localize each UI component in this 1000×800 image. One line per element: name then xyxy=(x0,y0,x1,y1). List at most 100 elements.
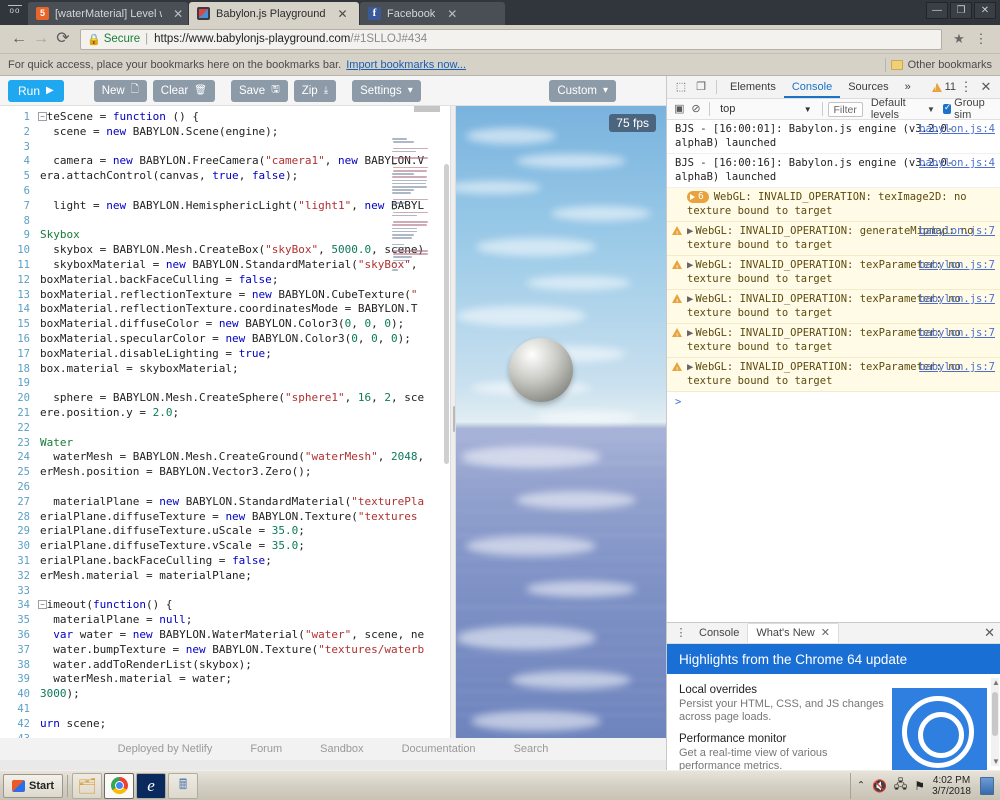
drawer-menu-icon[interactable]: ⋮ xyxy=(671,624,691,642)
message-source-link[interactable]: babylon.js:7 xyxy=(919,225,995,239)
browser-tab-1[interactable]: Babylon.js Playground ✕ xyxy=(189,2,359,25)
execution-context-select[interactable]: top ▼ xyxy=(715,103,817,115)
show-hidden-icons-icon[interactable]: ⌃ xyxy=(857,780,865,791)
message-source-link[interactable]: babylon.js:4 xyxy=(919,157,995,171)
console-message[interactable]: ▶WebGL: INVALID_OPERATION: texParameter:… xyxy=(667,290,1000,324)
console-message[interactable]: ▶WebGL: INVALID_OPERATION: texParameter:… xyxy=(667,358,1000,392)
volume-muted-icon[interactable]: 🔇 xyxy=(872,779,887,793)
chrome-menu-icon[interactable]: ⋮ xyxy=(970,28,992,50)
editor-vertical-scrollbar[interactable] xyxy=(443,106,450,738)
import-bookmarks-link[interactable]: Import bookmarks now... xyxy=(346,59,466,71)
console-message[interactable]: 6 WebGL: INVALID_OPERATION: texImage2D: n… xyxy=(667,188,1000,222)
scroll-down-icon[interactable]: ▼ xyxy=(992,757,1000,766)
show-desktop-button[interactable] xyxy=(980,777,994,795)
run-button[interactable]: Run ▶ xyxy=(8,80,64,102)
console-sidebar-icon[interactable]: ▣ xyxy=(671,100,688,118)
maximize-button[interactable]: ❐ xyxy=(950,2,972,19)
tab-close-icon[interactable]: ✕ xyxy=(335,8,349,20)
warning-count-badge[interactable]: 11 xyxy=(932,81,956,93)
expand-arrow-icon[interactable]: ▶ xyxy=(687,259,693,271)
code-line: urn scene; xyxy=(40,717,106,732)
zip-button[interactable]: Zip ⤓ xyxy=(294,80,336,102)
minimap-line xyxy=(393,148,428,150)
search-link[interactable]: Search xyxy=(514,743,549,755)
devtools-close-icon[interactable]: ✕ xyxy=(976,79,996,95)
render-canvas[interactable]: 75 fps xyxy=(456,106,666,738)
console-message[interactable]: ▶WebGL: INVALID_OPERATION: texParameter:… xyxy=(667,324,1000,358)
console-message[interactable]: BJS - [16:00:01]: Babylon.js engine (v3.… xyxy=(667,120,1000,154)
expand-arrow-icon[interactable]: ▶ xyxy=(687,293,693,305)
minimap-slider[interactable] xyxy=(414,106,440,112)
reload-icon[interactable]: ⟳ xyxy=(52,28,74,50)
code-editor[interactable]: 1 2 3 4 5 6 7 8 9 10 11 12 13 14 15 16 17 18 19 20 21 22 23 24 2… xyxy=(0,106,450,738)
expand-arrow-icon[interactable]: ▶ xyxy=(687,327,693,339)
message-source-link[interactable]: babylon.js:7 xyxy=(919,327,995,341)
taskbar-chrome-icon[interactable] xyxy=(104,773,134,799)
start-button[interactable]: Start xyxy=(3,774,63,798)
scrollbar-thumb[interactable] xyxy=(444,164,449,464)
back-icon[interactable]: ← xyxy=(8,28,30,50)
taskbar-file-explorer-icon[interactable]: 🗂 xyxy=(72,773,102,799)
clear-console-icon[interactable]: ⊘ xyxy=(688,100,705,118)
drawer-tab-console[interactable]: Console xyxy=(691,623,747,643)
documentation-link[interactable]: Documentation xyxy=(402,743,476,755)
clock[interactable]: 4:02 PM 3/7/2018 xyxy=(932,775,971,797)
more-tabs-icon[interactable]: » xyxy=(897,76,919,98)
log-level-select[interactable]: Default levels ▼ xyxy=(871,97,935,121)
browser-tab-0[interactable]: 5 [waterMaterial] Level wate ✕ xyxy=(28,2,188,25)
other-bookmarks-button[interactable]: Other bookmarks xyxy=(885,58,992,72)
settings-button[interactable]: Settings ▾ xyxy=(352,80,421,102)
code-text[interactable]: ateScene = function () { scene = new BAB… xyxy=(36,106,450,738)
save-button[interactable]: Save 🖫 xyxy=(231,80,288,102)
sandbox-link[interactable]: Sandbox xyxy=(320,743,363,755)
scroll-up-icon[interactable]: ▲ xyxy=(992,678,1000,687)
message-source-link[interactable]: babylon.js:7 xyxy=(919,293,995,307)
clear-button[interactable]: Clear 🗑 xyxy=(153,80,215,102)
forum-link[interactable]: Forum xyxy=(250,743,282,755)
taskbar-calculator-icon[interactable]: 🖩 xyxy=(168,773,198,799)
group-similar-checkbox[interactable]: Group sim xyxy=(943,97,996,121)
action-center-flag-icon[interactable]: ⚑ xyxy=(914,779,925,793)
tab-close-icon[interactable]: ✕ xyxy=(172,8,184,20)
console-message[interactable]: BJS - [16:00:16]: Babylon.js engine (v3.… xyxy=(667,154,1000,188)
message-source-link[interactable]: babylon.js:7 xyxy=(919,259,995,273)
clock-date: 3/7/2018 xyxy=(932,786,971,797)
minimize-button[interactable]: — xyxy=(926,2,948,19)
code-fold-icon[interactable]: − xyxy=(38,112,47,121)
tab-close-icon[interactable]: ✕ xyxy=(445,8,459,20)
tab-sources[interactable]: Sources xyxy=(840,76,896,98)
chrome-system-menu[interactable]: oo xyxy=(0,0,28,25)
console-message[interactable]: ▶WebGL: INVALID_OPERATION: generateMipma… xyxy=(667,222,1000,256)
devtools-menu-icon[interactable]: ⋮ xyxy=(956,79,976,95)
tab-console[interactable]: Console xyxy=(784,76,840,98)
message-source-link[interactable]: babylon.js:7 xyxy=(919,361,995,375)
code-fold-icon[interactable]: − xyxy=(38,600,47,609)
custom-button[interactable]: Custom ▾ xyxy=(549,80,616,102)
network-icon[interactable]: 🖧 xyxy=(894,775,907,796)
drawer-close-icon[interactable]: ✕ xyxy=(984,625,995,641)
expand-arrow-icon[interactable]: ▶ xyxy=(687,225,693,237)
whats-new-scrollbar[interactable]: ▲ ▼ xyxy=(991,678,999,766)
message-source-link[interactable]: babylon.js:4 xyxy=(919,123,995,137)
drawer-tab-whats-new[interactable]: What's New ✕ xyxy=(747,623,839,643)
editor-minimap[interactable] xyxy=(392,138,440,398)
console-prompt[interactable]: > xyxy=(667,392,1000,412)
expand-arrow-icon[interactable]: ▶ xyxy=(687,361,693,373)
taskbar-internet-explorer-icon[interactable]: e xyxy=(136,773,166,799)
scrollbar-thumb[interactable] xyxy=(992,692,998,736)
new-button[interactable]: New 🗋 xyxy=(94,80,147,102)
device-toolbar-icon[interactable]: ❐ xyxy=(691,78,711,96)
code-line: ere.position.y = 2.0; xyxy=(40,406,179,421)
inspect-icon[interactable]: ⬚ xyxy=(671,78,691,96)
tab-elements[interactable]: Elements xyxy=(722,76,784,98)
message-repeat-badge[interactable]: 6 xyxy=(687,191,709,203)
browser-tab-2[interactable]: f Facebook ✕ xyxy=(360,2,505,25)
close-icon[interactable]: ✕ xyxy=(821,623,830,643)
address-bar[interactable]: 🔒 Secure | https://www.babylonjs-playgro… xyxy=(80,29,942,50)
bookmark-star-icon[interactable]: ★ xyxy=(948,28,970,50)
console-message-list[interactable]: BJS - [16:00:01]: Babylon.js engine (v3.… xyxy=(667,120,1000,698)
console-filter-input[interactable]: Filter xyxy=(828,102,863,117)
close-window-button[interactable]: ✕ xyxy=(974,2,996,19)
console-message[interactable]: ▶WebGL: INVALID_OPERATION: texParameter:… xyxy=(667,256,1000,290)
forward-icon[interactable]: → xyxy=(30,28,52,50)
